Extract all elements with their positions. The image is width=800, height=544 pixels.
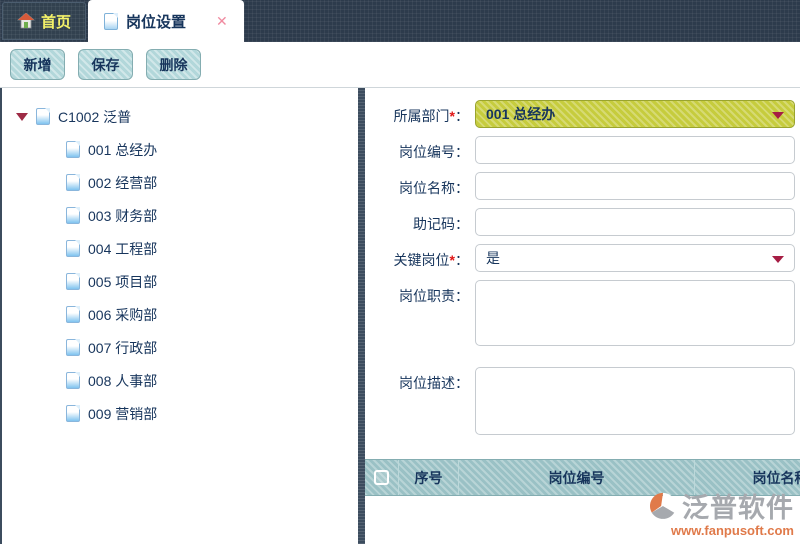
department-select[interactable]: 001 总经办	[475, 100, 795, 128]
page-icon	[36, 108, 50, 125]
form-row-position-code: 岗位编号：	[365, 136, 800, 164]
position-form: 所属部门*： 001 总经办 岗位编号： 岗位名称： 助记码： 关键岗位*： 是…	[365, 88, 800, 544]
form-row-mnemonic: 助记码：	[365, 208, 800, 236]
tree-node-dept[interactable]: 006 采购部	[16, 298, 358, 331]
tab-position-settings[interactable]: 岗位设置 ✕	[88, 0, 244, 42]
tree-root-node[interactable]: C1002 泛普	[16, 100, 358, 133]
collapse-triangle-icon[interactable]	[16, 112, 28, 121]
position-code-input[interactable]	[475, 136, 795, 164]
vendor-watermark: 泛普软件 www.fanpusoft.com	[648, 486, 794, 538]
tree-node-dept[interactable]: 001 总经办	[16, 133, 358, 166]
mnemonic-code-input[interactable]	[475, 208, 795, 236]
add-button[interactable]: 新增	[10, 49, 65, 80]
document-icon	[104, 12, 119, 30]
page-icon	[66, 240, 80, 257]
tab-home[interactable]: 首页	[2, 2, 87, 40]
tree-node-dept[interactable]: 008 人事部	[16, 364, 358, 397]
close-icon[interactable]: ✕	[216, 14, 228, 28]
chevron-down-icon	[772, 256, 784, 263]
form-row-department: 所属部门*： 001 总经办	[365, 100, 800, 128]
page-icon	[66, 405, 80, 422]
form-row-position-name: 岗位名称：	[365, 172, 800, 200]
tree-node-dept[interactable]: 007 行政部	[16, 331, 358, 364]
field-label: 所属部门	[393, 108, 450, 124]
page-icon	[66, 174, 80, 191]
field-label: 助记码	[413, 216, 455, 232]
save-button[interactable]: 保存	[78, 49, 133, 80]
form-row-duties: 岗位职责：	[365, 280, 800, 351]
watermark-brand: 泛普软件	[682, 493, 794, 523]
fanpu-logo-icon	[648, 491, 678, 521]
tab-home-label: 首页	[41, 13, 72, 31]
field-label: 岗位编号	[399, 144, 455, 160]
tab-active-label: 岗位设置	[126, 13, 187, 31]
page-icon	[66, 306, 80, 323]
tree-node-dept[interactable]: 004 工程部	[16, 232, 358, 265]
field-label: 岗位名称	[399, 180, 455, 196]
page-icon	[66, 141, 80, 158]
field-label: 岗位描述	[399, 375, 455, 391]
select-all-checkbox[interactable]	[374, 470, 389, 485]
page-icon	[66, 372, 80, 389]
panel-splitter[interactable]	[358, 88, 365, 544]
department-tree: C1002 泛普 001 总经办 002 经营部 003 财务部 004 工程部…	[2, 88, 358, 544]
page-icon	[66, 339, 80, 356]
field-label: 关键岗位	[393, 252, 450, 268]
delete-button[interactable]: 删除	[146, 49, 201, 80]
form-row-description: 岗位描述：	[365, 367, 800, 450]
tree-node-dept[interactable]: 002 经营部	[16, 166, 358, 199]
chevron-down-icon	[772, 112, 784, 119]
page-icon	[66, 207, 80, 224]
department-select-value: 001 总经办	[486, 106, 556, 122]
position-description-textarea[interactable]	[475, 367, 795, 435]
tree-node-dept[interactable]: 009 营销部	[16, 397, 358, 430]
position-name-input[interactable]	[475, 172, 795, 200]
key-position-select-value: 是	[486, 250, 500, 266]
column-header-index[interactable]: 序号	[399, 460, 459, 495]
app-window: 首页 岗位设置 ✕ 新增 保存 删除 C1002 泛普 001 总经办 002 …	[0, 0, 800, 544]
tree-root-label: C1002 泛普	[58, 108, 132, 125]
form-row-key-position: 关键岗位*： 是	[365, 244, 800, 272]
main-content: C1002 泛普 001 总经办 002 经营部 003 财务部 004 工程部…	[0, 88, 800, 544]
tree-node-dept[interactable]: 003 财务部	[16, 199, 358, 232]
tab-bar: 首页 岗位设置 ✕	[0, 0, 800, 42]
tree-node-dept[interactable]: 005 项目部	[16, 265, 358, 298]
page-icon	[66, 273, 80, 290]
watermark-url: www.fanpusoft.com	[670, 523, 794, 538]
home-icon	[17, 13, 35, 29]
toolbar: 新增 保存 删除	[0, 42, 800, 88]
position-duties-textarea[interactable]	[475, 280, 795, 346]
field-label: 岗位职责	[399, 288, 455, 304]
key-position-select[interactable]: 是	[475, 244, 795, 272]
